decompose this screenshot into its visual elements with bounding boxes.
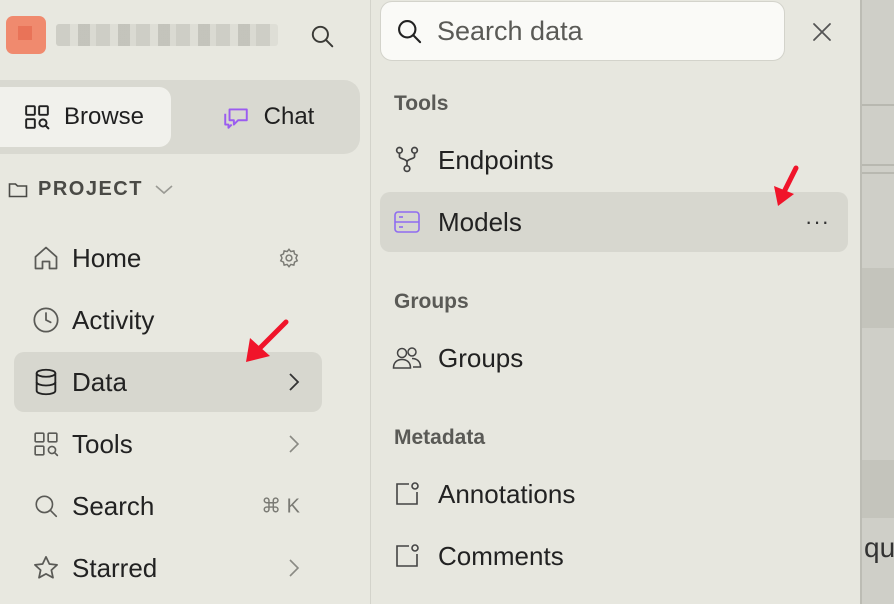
sidebar-item-label: Data (72, 366, 127, 397)
sidebar-item-starred[interactable]: Starred (14, 538, 322, 598)
background-content: que (860, 0, 894, 604)
sidebar-item-search[interactable]: Search ⌘ K (14, 476, 322, 536)
close-panel-button[interactable] (804, 14, 840, 50)
browse-tab[interactable]: Browse (0, 87, 171, 147)
comment-icon (392, 541, 422, 571)
background-divider (862, 104, 894, 106)
models-icon (392, 207, 422, 237)
background-row (862, 268, 894, 328)
background-row (862, 460, 894, 518)
search-icon (398, 20, 422, 44)
sidebar-item-label: Activity (72, 304, 155, 335)
panel-item-label: Groups (438, 342, 524, 373)
sidebar-item-activity[interactable]: Activity (14, 290, 322, 350)
mode-switcher: Browse Chat (0, 80, 360, 154)
sidebar-item-label: Home (72, 242, 142, 273)
chevron-down-icon (155, 184, 173, 194)
more-options-button[interactable]: ··· (805, 209, 830, 235)
folder-icon (8, 182, 28, 197)
panel-item-annotations[interactable]: Annotations (380, 464, 848, 524)
close-icon (813, 23, 831, 41)
home-settings-button[interactable] (278, 247, 300, 269)
chat-icon (223, 108, 248, 129)
group-title-groups: Groups (394, 290, 469, 313)
panel-item-endpoints[interactable]: Endpoints (380, 130, 848, 190)
chat-tab-label: Chat (263, 103, 315, 130)
chevron-right-icon (288, 558, 300, 578)
database-icon (30, 366, 62, 398)
search-icon (30, 490, 62, 522)
sidebar-item-label: Search (72, 490, 155, 521)
data-search-input[interactable] (437, 15, 757, 47)
sidebar-item-label: Starred (72, 552, 158, 583)
sidebar-item-label: Tools (72, 428, 133, 459)
background-divider (862, 172, 894, 174)
chevron-right-icon (288, 434, 300, 454)
sidebar-search-button[interactable] (304, 18, 340, 54)
panel-item-label: Endpoints (438, 144, 554, 175)
group-title-metadata: Metadata (394, 426, 486, 449)
annotation-icon (392, 479, 422, 509)
sidebar-item-home[interactable]: Home (14, 228, 322, 288)
star-icon (30, 552, 62, 584)
background-text: que (864, 532, 894, 563)
grid-search-icon (30, 428, 62, 460)
search-icon (311, 25, 334, 48)
endpoints-icon (392, 145, 422, 175)
background-divider (862, 164, 894, 166)
project-section-toggle[interactable]: PROJECT (8, 178, 175, 201)
data-search-box (380, 1, 785, 61)
chevron-right-icon (288, 372, 300, 392)
sidebar: Browse Chat PROJECT Home Activity Data T… (0, 0, 371, 604)
panel-item-groups[interactable]: Groups (380, 328, 848, 388)
panel-item-label: Annotations (438, 478, 576, 509)
users-icon (392, 343, 422, 373)
data-panel: Tools Endpoints Models ··· Groups Groups… (372, 0, 859, 604)
project-section-label: PROJECT (38, 178, 143, 200)
gear-icon (279, 248, 299, 268)
home-icon (30, 242, 62, 274)
search-shortcut-hint: ⌘ K (261, 495, 300, 518)
workspace-name-redacted (56, 24, 278, 46)
group-title-tools: Tools (394, 92, 449, 115)
panel-item-label: Models (438, 206, 522, 237)
panel-item-label: Comments (438, 540, 564, 571)
sidebar-item-data[interactable]: Data (14, 352, 322, 412)
browse-icon (25, 105, 50, 130)
chat-tab[interactable]: Chat (180, 87, 356, 147)
workspace-logo (6, 16, 46, 54)
panel-item-comments[interactable]: Comments (380, 526, 848, 586)
panel-item-models[interactable]: Models ··· (380, 192, 848, 252)
browse-tab-label: Browse (64, 103, 145, 130)
sidebar-item-tools[interactable]: Tools (14, 414, 322, 474)
clock-icon (30, 304, 62, 336)
workspace-switcher[interactable] (6, 16, 278, 54)
